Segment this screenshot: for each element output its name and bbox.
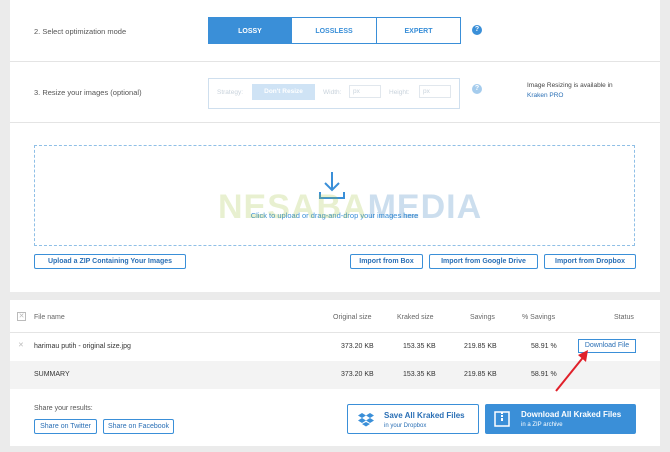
upload-zip-button[interactable]: Upload a ZIP Containing Your Images [34,254,186,269]
col-status: Status [614,314,634,321]
download-zip-button[interactable]: Download All Kraked Files in a ZIP archi… [485,404,636,434]
mode-expert-button[interactable]: EXPERT [376,17,461,44]
resize-note: Image Resizing is available in Kraken PR… [527,81,613,101]
share-facebook-button[interactable]: Share on Facebook [103,419,174,434]
share-twitter-button[interactable]: Share on Twitter [34,419,97,434]
download-zip-sublabel: in a ZIP archive [521,422,563,428]
mode-lossless-button[interactable]: LOSSLESS [291,17,377,44]
mode-lossy-button[interactable]: LOSSY [208,17,292,44]
watermark-part2: MEDIA [367,188,483,226]
summary-savings: 219.85 KB [464,371,497,378]
col-pct-savings: % Savings [522,314,556,321]
select-all-checkbox[interactable]: ✕ [17,312,26,321]
import-box-button[interactable]: Import from Box [350,254,423,269]
kraked-size-cell: 153.35 KB [403,343,436,350]
summary-kraked: 153.35 KB [403,371,436,378]
annotation-arrow-icon [555,350,588,392]
resize-help-icon[interactable]: ? [472,84,482,94]
import-google-drive-button[interactable]: Import from Google Drive [429,254,538,269]
resize-optional-text: (optional) [110,88,142,97]
original-size-cell: 373.20 KB [341,343,374,350]
divider [10,61,660,62]
col-savings: Savings [470,314,495,321]
col-original-size: Original size [333,314,372,321]
resize-options-box: Strategy: Don't Resize Width: px Height:… [208,78,460,109]
save-dropbox-button[interactable]: Save All Kraked Files in your Dropbox [347,404,479,434]
strategy-select[interactable]: Don't Resize [252,84,315,100]
resize-label-text: 3. Resize your images [34,88,109,97]
height-label: Height: [389,89,410,96]
strategy-label: Strategy: [217,89,244,96]
summary-original: 373.20 KB [341,371,374,378]
col-kraked-size: Kraked size [397,314,434,321]
height-input[interactable]: px [419,85,451,98]
width-label: Width: [323,89,342,96]
share-label: Share your results: [34,405,93,412]
file-name-cell: harimau putih - original size.jpg [34,343,131,350]
col-file-name: File name [34,314,65,321]
divider [10,122,660,123]
optimization-mode-label: 2. Select optimization mode [34,27,127,36]
archive-icon [494,411,510,427]
watermark-logo: NESABAMEDIA [218,188,482,227]
download-zip-label: Download All Kraked Files [521,410,622,419]
save-dropbox-sublabel: in your Dropbox [384,423,427,429]
import-dropbox-button[interactable]: Import from Dropbox [544,254,636,269]
watermark-part1: NESABA [218,188,368,226]
dropbox-icon [358,413,374,427]
remove-file-icon[interactable]: ✕ [18,341,24,349]
savings-cell: 219.85 KB [464,343,497,350]
mode-help-icon[interactable]: ? [472,25,482,35]
width-input[interactable]: px [349,85,381,98]
summary-label: SUMMARY [34,371,70,378]
kraken-pro-link[interactable]: Kraken PRO [527,91,613,101]
save-dropbox-label: Save All Kraked Files [384,411,465,420]
resize-note-text: Image Resizing is available in [527,82,613,89]
resize-label: 3. Resize your images (optional) [34,88,142,97]
